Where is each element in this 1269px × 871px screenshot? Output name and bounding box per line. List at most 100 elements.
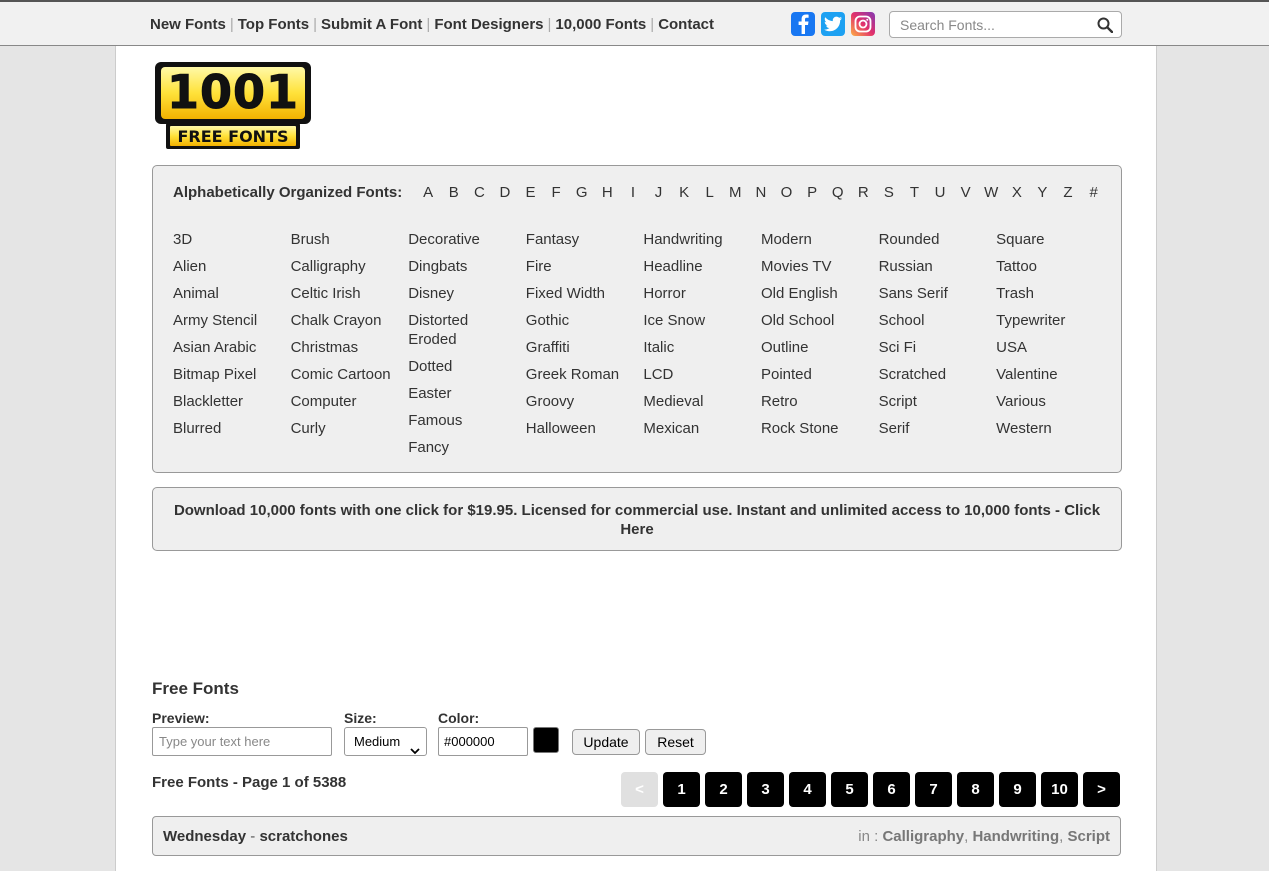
alphabet-letter[interactable]: E <box>518 184 544 201</box>
page-button[interactable]: 8 <box>957 772 994 807</box>
page-button[interactable]: 2 <box>705 772 742 807</box>
category-link[interactable]: Script <box>879 388 997 415</box>
category-link[interactable]: Curly <box>291 415 409 442</box>
alphabet-letter[interactable]: Y <box>1030 184 1056 201</box>
instagram-icon[interactable] <box>851 12 875 36</box>
color-swatch[interactable] <box>533 727 559 753</box>
alphabet-letter[interactable]: W <box>978 184 1004 201</box>
category-link[interactable]: Sci Fi <box>879 334 997 361</box>
nav-contact[interactable]: Contact <box>658 16 714 33</box>
category-link[interactable]: Mexican <box>643 415 761 442</box>
category-link[interactable]: Rock Stone <box>761 415 879 442</box>
alphabet-letter[interactable]: N <box>748 184 774 201</box>
alphabet-letter[interactable]: A <box>415 184 441 201</box>
alphabet-letter[interactable]: U <box>927 184 953 201</box>
reset-button[interactable]: Reset <box>645 729 706 755</box>
category-link[interactable]: Russian <box>879 253 997 280</box>
category-link[interactable]: Outline <box>761 334 879 361</box>
alphabet-letter[interactable]: X <box>1004 184 1030 201</box>
alphabet-letter[interactable]: T <box>902 184 928 201</box>
category-link[interactable]: Greek Roman <box>526 361 644 388</box>
category-link[interactable]: Famous <box>408 407 526 434</box>
category-link[interactable]: Blurred <box>173 415 291 442</box>
category-link[interactable]: Animal <box>173 280 291 307</box>
alphabet-letter[interactable]: S <box>876 184 902 201</box>
alphabet-letter[interactable]: L <box>697 184 723 201</box>
category-link[interactable]: Pointed <box>761 361 879 388</box>
category-link[interactable]: Bitmap Pixel <box>173 361 291 388</box>
category-link[interactable]: Rounded <box>879 226 997 253</box>
nav-submit-font[interactable]: Submit A Font <box>321 16 422 33</box>
nav-top-fonts[interactable]: Top Fonts <box>238 16 309 33</box>
category-link[interactable]: School <box>879 307 997 334</box>
category-link[interactable]: Computer <box>291 388 409 415</box>
category-link[interactable]: Medieval <box>643 388 761 415</box>
alphabet-letter[interactable]: C <box>467 184 493 201</box>
page-button[interactable]: 9 <box>999 772 1036 807</box>
category-link[interactable]: Dotted <box>408 353 526 380</box>
category-link[interactable]: Distorted Eroded <box>408 307 526 353</box>
font-category-link[interactable]: Handwriting <box>972 828 1059 845</box>
category-link[interactable]: Halloween <box>526 415 644 442</box>
search-input[interactable] <box>890 12 1085 37</box>
category-link[interactable]: Movies TV <box>761 253 879 280</box>
category-link[interactable]: LCD <box>643 361 761 388</box>
size-select[interactable]: Medium <box>344 727 427 756</box>
page-button[interactable]: 1 <box>663 772 700 807</box>
search-icon[interactable] <box>1097 17 1114 38</box>
category-link[interactable]: 3D <box>173 226 291 253</box>
category-link[interactable]: Celtic Irish <box>291 280 409 307</box>
category-link[interactable]: Graffiti <box>526 334 644 361</box>
next-page-button[interactable]: > <box>1083 772 1120 807</box>
alphabet-letter[interactable]: D <box>492 184 518 201</box>
alphabet-letter[interactable]: R <box>850 184 876 201</box>
category-link[interactable]: Fixed Width <box>526 280 644 307</box>
alphabet-letter[interactable]: H <box>595 184 621 201</box>
font-designer-link[interactable]: scratchones <box>259 828 347 845</box>
category-link[interactable]: Typewriter <box>996 307 1114 334</box>
category-link[interactable]: Blackletter <box>173 388 291 415</box>
font-category-link[interactable]: Script <box>1067 828 1110 845</box>
category-link[interactable]: Valentine <box>996 361 1114 388</box>
category-link[interactable]: Various <box>996 388 1114 415</box>
preview-text-input[interactable] <box>152 727 332 756</box>
category-link[interactable]: Trash <box>996 280 1114 307</box>
category-link[interactable]: Serif <box>879 415 997 442</box>
color-input[interactable] <box>438 727 528 756</box>
category-link[interactable]: Scratched <box>879 361 997 388</box>
category-link[interactable]: Army Stencil <box>173 307 291 334</box>
update-button[interactable]: Update <box>572 729 640 755</box>
site-logo[interactable]: 1001 FREE FONTS <box>152 59 314 151</box>
promo-banner[interactable]: Download 10,000 fonts with one click for… <box>152 487 1122 551</box>
category-link[interactable]: Western <box>996 415 1114 442</box>
alphabet-letter[interactable]: P <box>799 184 825 201</box>
alphabet-letter[interactable]: M <box>723 184 749 201</box>
category-link[interactable]: Handwriting <box>643 226 761 253</box>
page-button[interactable]: 6 <box>873 772 910 807</box>
category-link[interactable]: Old English <box>761 280 879 307</box>
nav-font-designers[interactable]: Font Designers <box>434 16 543 33</box>
alphabet-letter[interactable]: V <box>953 184 979 201</box>
category-link[interactable]: Christmas <box>291 334 409 361</box>
page-button[interactable]: 5 <box>831 772 868 807</box>
category-link[interactable]: Sans Serif <box>879 280 997 307</box>
alphabet-letter[interactable]: Q <box>825 184 851 201</box>
category-link[interactable]: Asian Arabic <box>173 334 291 361</box>
category-link[interactable]: Old School <box>761 307 879 334</box>
category-link[interactable]: Fire <box>526 253 644 280</box>
category-link[interactable]: Chalk Crayon <box>291 307 409 334</box>
nav-10000-fonts[interactable]: 10,000 Fonts <box>555 16 646 33</box>
category-link[interactable]: Comic Cartoon <box>291 361 409 388</box>
alphabet-letter[interactable]: I <box>620 184 646 201</box>
category-link[interactable]: Horror <box>643 280 761 307</box>
category-link[interactable]: Italic <box>643 334 761 361</box>
alphabet-letter[interactable]: F <box>543 184 569 201</box>
nav-new-fonts[interactable]: New Fonts <box>150 16 226 33</box>
alphabet-letter[interactable]: O <box>774 184 800 201</box>
category-link[interactable]: Disney <box>408 280 526 307</box>
page-button[interactable]: 7 <box>915 772 952 807</box>
category-link[interactable]: Dingbats <box>408 253 526 280</box>
category-link[interactable]: Headline <box>643 253 761 280</box>
category-link[interactable]: Easter <box>408 380 526 407</box>
category-link[interactable]: Gothic <box>526 307 644 334</box>
